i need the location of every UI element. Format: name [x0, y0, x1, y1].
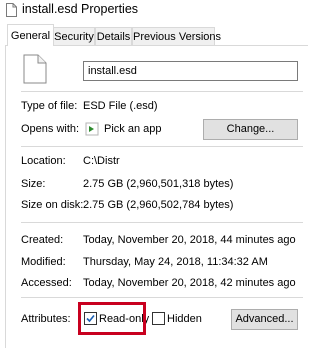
location-label: Location: [21, 155, 66, 167]
accessed-label: Accessed: [21, 277, 72, 289]
tab-previous-versions[interactable]: Previous Versions [132, 27, 221, 45]
created-label: Created: [21, 234, 64, 246]
document-icon [23, 54, 47, 84]
accessed-value: Today, November 20, 2018, 42 minutes ago [83, 277, 296, 289]
separator [21, 146, 303, 147]
change-button[interactable]: Change... [203, 119, 298, 140]
separator [21, 91, 303, 92]
separator [21, 222, 303, 223]
window-title: install.esd Properties [22, 2, 139, 16]
filename-field[interactable]: install.esd [83, 61, 298, 81]
tab-security[interactable]: Security [53, 27, 95, 45]
opens-with-label: Opens with: [21, 123, 80, 135]
advanced-button[interactable]: Advanced... [231, 309, 298, 330]
tab-details[interactable]: Details [95, 27, 132, 45]
type-of-file-label: Type of file: [21, 100, 78, 112]
type-of-file-value: ESD File (.esd) [83, 100, 158, 112]
document-icon [6, 3, 17, 17]
size-on-disk-value: 2.75 GB (2,960,502,784 bytes) [83, 199, 234, 211]
title-bar: install.esd Properties [0, 0, 303, 22]
size-label: Size: [21, 178, 46, 190]
highlight-box [78, 302, 146, 335]
size-value: 2.75 GB (2,960,501,318 bytes) [83, 178, 234, 190]
arrow-app-icon [85, 122, 99, 136]
created-value: Today, November 20, 2018, 44 minutes ago [83, 234, 296, 246]
opens-with-value: Pick an app [104, 123, 162, 135]
size-on-disk-label: Size on disk: [21, 199, 84, 211]
tab-general[interactable]: General [7, 24, 54, 46]
location-value: C:\Distr [83, 155, 120, 167]
separator [21, 297, 303, 298]
modified-value: Thursday, May 24, 2018, 11:34:32 AM [83, 256, 268, 268]
modified-label: Modified: [21, 256, 66, 268]
attributes-label: Attributes: [21, 313, 71, 325]
tab-strip: General Security Details Previous Versio… [0, 24, 303, 46]
hidden-checkbox[interactable] [152, 312, 165, 325]
hidden-label[interactable]: Hidden [167, 312, 202, 326]
